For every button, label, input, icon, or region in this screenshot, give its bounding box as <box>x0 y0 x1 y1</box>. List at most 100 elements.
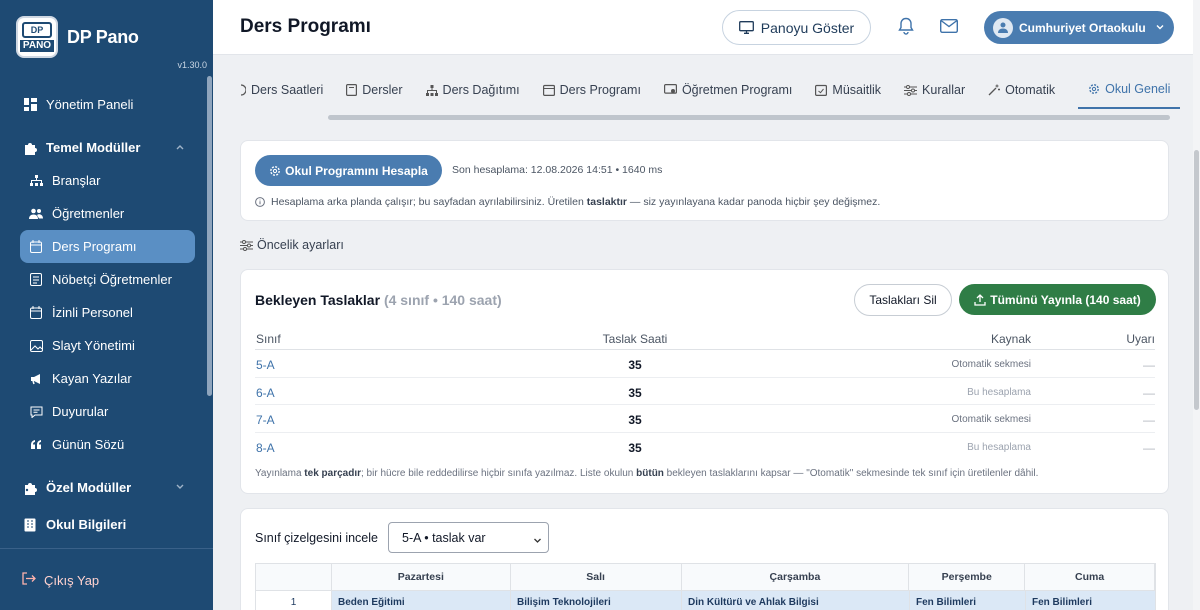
sidebar-item-quote-of-day[interactable]: Günün Sözü <box>0 428 205 461</box>
publish-all-label: Tümünü Yayınla (140 saat) <box>990 292 1141 307</box>
sidebar-item-label: Öğretmenler <box>52 206 125 221</box>
tab-label: Ders Programı <box>559 83 641 97</box>
tab-lesson-distribution[interactable]: Ders Dağıtımı <box>425 71 520 109</box>
draft-warning: — <box>1143 413 1155 427</box>
tab-availability[interactable]: Müsaitlik <box>815 71 881 109</box>
draft-hours: 35 <box>628 413 642 427</box>
sidebar-item-school-info[interactable]: Okul Bilgileri <box>0 508 205 541</box>
publish-all-button[interactable]: Tümünü Yayınla (140 saat) <box>959 284 1156 315</box>
publish-note: Yayınlama tek parçadır; bir hücre bile r… <box>255 468 1039 479</box>
sidebar-item-slides[interactable]: Slayt Yönetimi <box>0 329 205 362</box>
calendar-icon <box>28 239 44 255</box>
class-link[interactable]: 7-A <box>256 413 275 427</box>
schedule-tabs: Ders Saatleri Dersler Ders Dağıtımı Ders… <box>240 70 1181 110</box>
sidebar-item-announcements[interactable]: Duyurular <box>0 395 205 428</box>
last-calculation: Son hesaplama: 12.08.2026 14:51 • 1640 m… <box>452 164 663 176</box>
sidebar-item-label: İzinli Personel <box>52 305 133 320</box>
sidebar-scrollbar[interactable] <box>207 76 212 396</box>
sidebar-item-duty-teachers[interactable]: Nöbetçi Öğretmenler <box>0 263 205 296</box>
tab-lesson-hours[interactable]: Ders Saatleri <box>240 71 323 109</box>
table-row: 6-A 35 Bu hesaplama — <box>255 378 1155 405</box>
message-icon <box>28 404 44 420</box>
tabs-scrollbar[interactable] <box>328 115 1170 120</box>
tab-label: Kurallar <box>922 83 966 97</box>
class-schedule-card: Sınıf çizelgesini incele 5-A • taslak va… <box>240 508 1169 610</box>
bell-icon[interactable] <box>898 17 914 40</box>
draft-source: Bu hesaplama <box>967 441 1031 453</box>
day-header: Salı <box>511 564 682 590</box>
magic-wand-icon <box>988 84 1001 96</box>
sidebar-item-dashboard[interactable]: Yönetim Paneli <box>0 88 205 121</box>
school-account-menu[interactable]: Cumhuriyet Ortaokulu <box>984 11 1174 44</box>
sidebar-item-teachers[interactable]: Öğretmenler <box>0 197 205 230</box>
schedule-cell[interactable]: Fen Bilimleri <box>1026 591 1156 610</box>
delete-drafts-button[interactable]: Taslakları Sil <box>854 284 952 316</box>
sidebar: DP PANO DP Pano v1.30.0 Yönetim Paneli T… <box>0 0 213 610</box>
priority-settings-link[interactable]: Öncelik ayarları <box>240 238 344 252</box>
sidebar-item-schedule[interactable]: Ders Programı <box>20 230 195 263</box>
day-header: Pazartesi <box>332 564 511 590</box>
calendar-check-icon <box>815 84 828 96</box>
schedule-cell[interactable]: Beden Eğitimi <box>332 591 511 610</box>
chevron-down-icon <box>533 534 542 548</box>
tab-label: Dersler <box>362 83 403 97</box>
grid-corner <box>256 564 332 590</box>
schedule-cell[interactable]: Bilişim Teknolojileri <box>511 591 682 610</box>
schedule-cell[interactable]: Din Kültürü ve Ahlak Bilgisi <box>682 591 910 610</box>
sidebar-item-tickers[interactable]: Kayan Yazılar <box>0 362 205 395</box>
tab-label: Okul Geneli <box>1105 82 1171 96</box>
schedule-grid: Pazartesi Salı Çarşamba Perşembe Cuma 1 … <box>255 563 1156 610</box>
sidebar-group-special-modules[interactable]: Özel Modüller <box>0 471 205 504</box>
tab-teacher-schedule[interactable]: Öğretmen Programı <box>663 71 792 109</box>
draft-hours: 35 <box>628 358 642 372</box>
day-header: Perşembe <box>909 564 1026 590</box>
class-select[interactable]: 5-A • taslak var <box>388 522 549 553</box>
logout-button[interactable]: Çıkış Yap <box>22 572 99 588</box>
sidebar-group-core-modules[interactable]: Temel Modüller <box>0 131 205 164</box>
brand[interactable]: DP PANO DP Pano <box>16 16 139 58</box>
column-header: Kaynak <box>990 332 1031 346</box>
schedule-cell[interactable]: Fen Bilimleri <box>910 591 1026 610</box>
sidebar-divider <box>0 548 213 549</box>
tab-label: Ders Saatleri <box>251 83 324 97</box>
draft-source: Bu hesaplama <box>967 386 1031 398</box>
sidebar-item-label: Yönetim Paneli <box>46 97 134 112</box>
tab-school-wide[interactable]: Okul Geneli <box>1078 71 1181 109</box>
class-link[interactable]: 8-A <box>256 441 275 455</box>
page-scrollbar-thumb[interactable] <box>1194 150 1199 410</box>
chevron-down-icon <box>1155 21 1165 35</box>
id-badge-icon <box>28 272 44 288</box>
pending-drafts-count: (4 sınıf • 140 saat) <box>383 292 502 308</box>
draft-source: Otomatik sekmesi <box>951 414 1031 425</box>
tab-rules[interactable]: Kurallar <box>904 71 965 109</box>
sidebar-item-label: Ders Programı <box>52 239 137 254</box>
image-icon <box>28 338 44 354</box>
app-version: v1.30.0 <box>177 60 207 70</box>
chevron-up-icon <box>175 140 185 155</box>
tab-lessons[interactable]: Dersler <box>346 71 403 109</box>
class-link[interactable]: 5-A <box>256 358 275 372</box>
priority-settings-label: Öncelik ayarları <box>257 238 344 252</box>
show-board-button[interactable]: Panoyu Göster <box>722 10 871 45</box>
tab-automatic[interactable]: Otomatik <box>988 71 1055 109</box>
sidebar-item-staff-on-leave[interactable]: İzinli Personel <box>0 296 205 329</box>
compute-info: Hesaplama arka planda çalışır; bu sayfad… <box>255 196 880 208</box>
hierarchy-icon <box>425 84 438 96</box>
page-title: Ders Programı <box>240 16 371 37</box>
class-link[interactable]: 6-A <box>256 386 275 400</box>
tab-lesson-schedule[interactable]: Ders Programı <box>542 71 641 109</box>
sidebar-item-label: Kayan Yazılar <box>52 371 132 386</box>
day-header: Çarşamba <box>682 564 910 590</box>
page-scrollbar[interactable] <box>1193 0 1200 610</box>
top-header: Ders Programı Panoyu Göster Cumhuriyet O… <box>213 0 1200 55</box>
users-icon <box>28 206 44 222</box>
tab-label: Müsaitlik <box>832 83 882 97</box>
sidebar-item-label: Branşlar <box>52 173 101 188</box>
logout-label: Çıkış Yap <box>44 572 100 588</box>
sidebar-item-branches[interactable]: Branşlar <box>0 164 205 197</box>
mail-icon[interactable] <box>939 18 959 38</box>
avatar <box>993 17 1013 38</box>
draft-hours: 35 <box>628 385 642 400</box>
tab-label: Otomatik <box>1005 83 1056 97</box>
compute-school-schedule-button[interactable]: Okul Programını Hesapla <box>255 155 442 186</box>
